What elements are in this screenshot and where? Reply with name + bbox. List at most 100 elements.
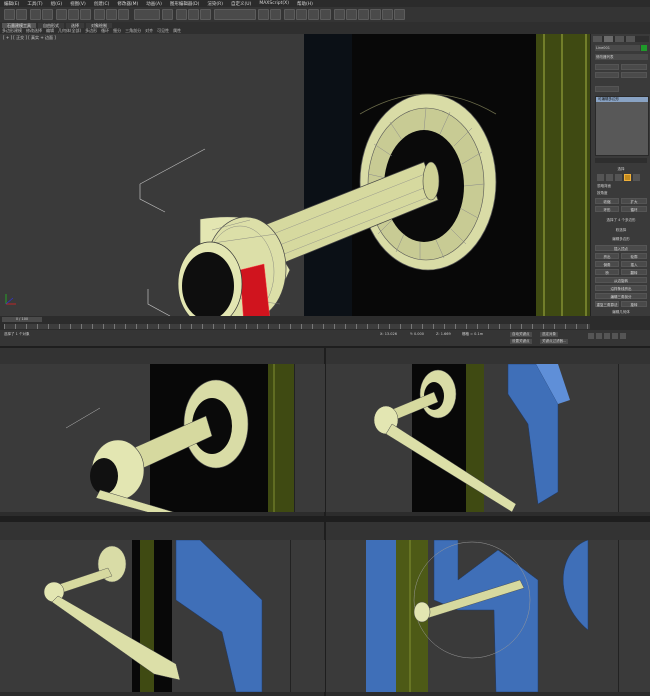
curve-editor-icon[interactable] <box>308 9 319 20</box>
turn-button[interactable]: 旋转 <box>621 301 647 307</box>
graphite-icon[interactable] <box>296 9 307 20</box>
menu-edit[interactable]: 编辑(E) <box>4 1 19 7</box>
selection-rollout-title[interactable]: 选择 <box>595 167 647 172</box>
soft-selection-rollout[interactable]: 软选择 <box>595 228 647 233</box>
bridge-button[interactable]: 桥 <box>595 269 619 275</box>
unlink-icon[interactable] <box>42 9 53 20</box>
insert-vertex-button[interactable]: 插入顶点 <box>595 245 647 251</box>
frame-3-viewport[interactable] <box>326 364 618 512</box>
schematic-icon[interactable] <box>320 9 331 20</box>
inset-button[interactable]: 插入 <box>621 261 647 267</box>
retriangulate-button[interactable]: 重复三角算法 <box>595 301 619 307</box>
previous-frame-icon[interactable] <box>596 333 602 339</box>
motion-tab-icon[interactable] <box>626 36 635 42</box>
auto-key-button[interactable]: 自动关键点 <box>510 332 532 337</box>
menu-tools[interactable]: 工具(T) <box>27 1 42 7</box>
window-crossing-icon[interactable] <box>80 9 91 20</box>
menu-create[interactable]: 创建(C) <box>94 1 110 7</box>
hierarchy-tab-icon[interactable] <box>615 36 624 42</box>
menu-animation[interactable]: 动画(A) <box>146 1 162 7</box>
percent-snap-icon[interactable] <box>200 9 211 20</box>
environment-icon[interactable] <box>394 9 405 20</box>
hinge-button[interactable]: 从边旋转 <box>595 277 647 283</box>
menu-modifiers[interactable]: 修改器(M) <box>117 1 138 7</box>
track-bar[interactable] <box>4 324 590 329</box>
scale-icon[interactable] <box>118 9 129 20</box>
rotate-icon[interactable] <box>106 9 117 20</box>
shrink-button[interactable]: 收缩 <box>595 198 619 204</box>
modifier-stack[interactable]: 可编辑多边形 <box>595 96 649 156</box>
layer-icon[interactable] <box>284 9 295 20</box>
mirror-icon[interactable] <box>258 9 269 20</box>
knob-head[interactable] <box>177 216 291 316</box>
modifier-button-c[interactable] <box>595 72 619 78</box>
material-editor-icon[interactable] <box>334 9 345 20</box>
border-icon[interactable] <box>615 174 622 181</box>
pivot-icon[interactable] <box>162 9 173 20</box>
modifier-button-b[interactable] <box>621 64 647 70</box>
play-icon[interactable] <box>604 333 610 339</box>
move-icon[interactable] <box>94 9 105 20</box>
menu-group[interactable]: 组(G) <box>51 1 63 7</box>
select-region-icon[interactable] <box>68 9 79 20</box>
named-selection-dropdown[interactable] <box>214 9 256 20</box>
timeline[interactable]: 0 / 100 <box>0 316 650 330</box>
grow-button[interactable]: 扩大 <box>621 198 647 204</box>
render-setup-icon[interactable] <box>346 9 357 20</box>
redo-icon[interactable] <box>16 9 27 20</box>
outline-button[interactable]: 轮廓 <box>621 253 647 259</box>
edit-polygons-rollout[interactable]: 编辑多边形 <box>595 237 647 242</box>
stack-item-editable-poly[interactable]: 可编辑多边形 <box>596 97 648 102</box>
menu-customize[interactable]: 自定义(U) <box>231 1 251 7</box>
loop-button[interactable]: 循环 <box>621 206 647 212</box>
object-name-field[interactable]: Line001 <box>595 45 640 51</box>
main-viewport[interactable]: [ + ] [ 正交 ] [ 真实 + 边面 ] <box>0 34 590 316</box>
menu-graph-editors[interactable]: 图形编辑器(D) <box>170 1 199 7</box>
modifier-list-dropdown[interactable]: 修改器列表 <box>595 54 648 60</box>
ring-button[interactable]: 环形 <box>595 206 619 212</box>
bevel-button[interactable]: 倒角 <box>595 261 619 267</box>
menu-rendering[interactable]: 渲染(R) <box>207 1 223 7</box>
select-icon[interactable] <box>56 9 67 20</box>
render-icon[interactable] <box>370 9 381 20</box>
modifier-button-e[interactable] <box>595 86 619 92</box>
flip-button[interactable]: 翻转 <box>621 269 647 275</box>
set-key-button[interactable]: 设置关键点 <box>510 339 532 344</box>
extrude-along-spline-button[interactable]: 沿样条线挤出 <box>595 285 647 291</box>
selected-dropdown[interactable]: 选定对象 <box>540 332 558 337</box>
modifier-button-a[interactable] <box>595 64 619 70</box>
edit-triangulation-button[interactable]: 编辑三角剖分 <box>595 293 647 299</box>
edge-icon[interactable] <box>606 174 613 181</box>
angle-snap-icon[interactable] <box>188 9 199 20</box>
z-coordinate[interactable]: Z: 1.669 <box>436 332 451 336</box>
x-coordinate[interactable]: X: 13.026 <box>380 332 397 336</box>
align-icon[interactable] <box>270 9 281 20</box>
time-slider[interactable]: 0 / 100 <box>2 317 42 322</box>
key-filters-button[interactable]: 关键点过滤器... <box>540 339 569 344</box>
menu-views[interactable]: 视图(V) <box>70 1 86 7</box>
object-color-swatch[interactable] <box>641 45 647 51</box>
go-to-start-icon[interactable] <box>588 333 594 339</box>
go-to-end-icon[interactable] <box>620 333 626 339</box>
modifier-button-d[interactable] <box>621 72 647 78</box>
link-icon[interactable] <box>30 9 41 20</box>
next-frame-icon[interactable] <box>612 333 618 339</box>
polygon-icon[interactable] <box>624 174 631 181</box>
snap-icon[interactable] <box>176 9 187 20</box>
frame-5-viewport[interactable] <box>326 540 618 692</box>
frame-4-viewport[interactable] <box>0 540 290 692</box>
vertex-icon[interactable] <box>597 174 604 181</box>
modify-tab-icon[interactable] <box>604 36 613 42</box>
ignore-backfacing-checkbox[interactable]: 忽略背面 <box>597 184 611 189</box>
teapot-icon[interactable] <box>382 9 393 20</box>
edit-geometry-rollout[interactable]: 编辑几何体 <box>595 310 647 315</box>
render-frame-icon[interactable] <box>358 9 369 20</box>
create-tab-icon[interactable] <box>593 36 602 42</box>
undo-icon[interactable] <box>4 9 15 20</box>
extrude-button[interactable]: 挤出 <box>595 253 619 259</box>
y-coordinate[interactable]: Y: 0.000 <box>410 332 424 336</box>
menu-maxscript[interactable]: MAXScript(X) <box>259 1 289 6</box>
element-icon[interactable] <box>633 174 640 181</box>
menu-help[interactable]: 帮助(H) <box>297 1 313 7</box>
by-angle-checkbox[interactable]: 按角度 <box>597 191 608 196</box>
